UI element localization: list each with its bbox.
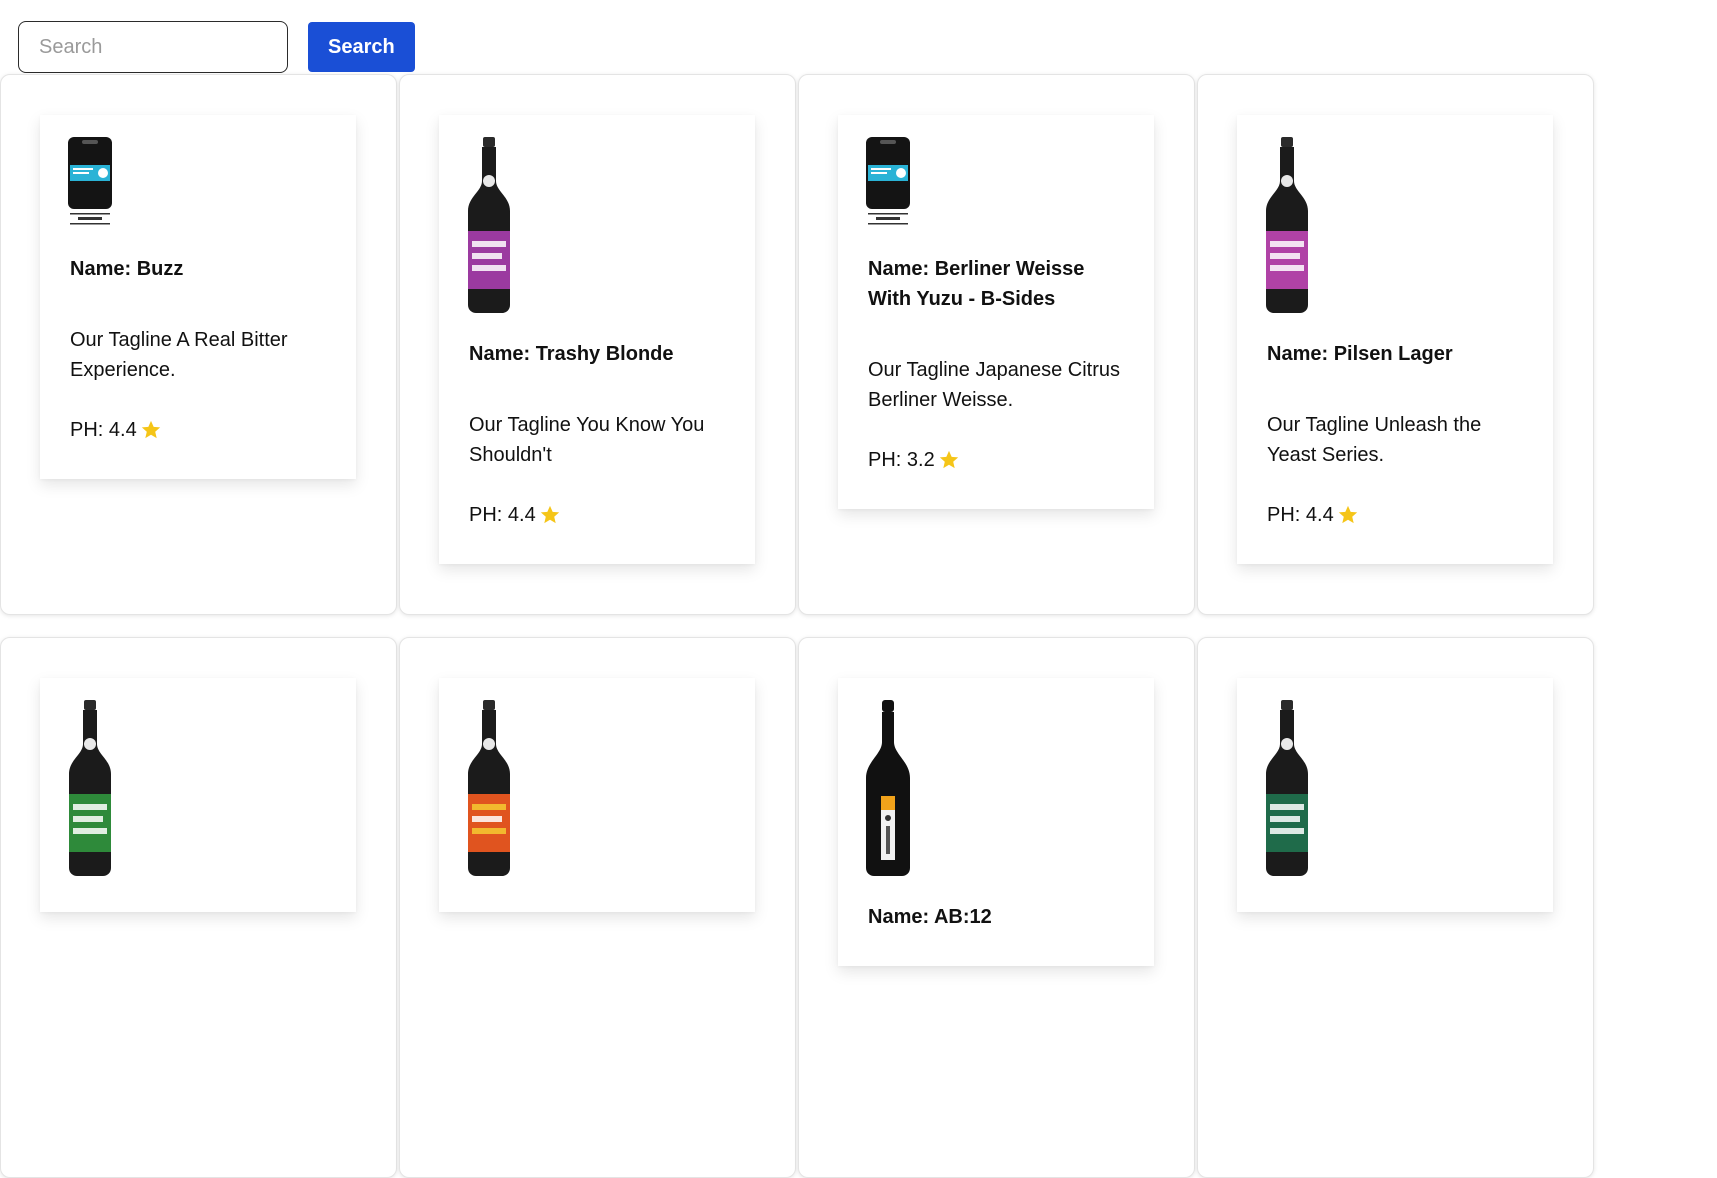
beer-ph: PH: 4.4 [469,500,725,530]
star-icon [939,450,958,469]
beer-card[interactable]: Name: Berliner Weisse With Yuzu - B-Side… [798,74,1195,615]
ph-value: PH: 4.4 [1267,504,1334,526]
beer-name: Name: Buzz [70,258,184,280]
beer-tagline: Our Tagline Unleash the Yeast Series. [1267,414,1482,466]
beer-ph: PH: 4.4 [1267,500,1523,530]
beer-tagline: Our Tagline You Know You Shouldn't [469,414,705,466]
beer-card-inner: Name: AB:12 [838,678,1154,966]
beer-ph: PH: 4.4 [70,415,326,445]
ph-value: PH: 4.4 [469,504,536,526]
beer-tagline: Our Tagline Japanese Citrus Berliner Wei… [868,359,1120,411]
beer-name: Name: Trashy Blonde [469,343,674,365]
search-bar: Search [18,21,415,73]
beer-card-inner: Name: Pilsen Lager Our Tagline Unleash t… [1237,115,1553,564]
beer-card[interactable]: Name: Pilsen Lager Our Tagline Unleash t… [1197,74,1594,615]
search-input[interactable] [18,21,288,73]
beer-card-inner [439,678,755,912]
bottle-icon [69,700,111,876]
beer-grid: Name: Buzz Our Tagline A Real Bitter Exp… [0,74,1596,1178]
star-icon [1338,505,1357,524]
bottle-icon [468,137,510,313]
search-button[interactable]: Search [308,22,415,72]
beer-card[interactable]: Name: Buzz Our Tagline A Real Bitter Exp… [0,74,397,615]
beer-name: Name: AB:12 [868,906,992,928]
star-icon [141,420,160,439]
beer-card[interactable] [399,637,796,1178]
beer-card-inner: Name: Berliner Weisse With Yuzu - B-Side… [838,115,1154,509]
keg-icon [68,137,112,225]
bottle-icon [1266,700,1308,876]
beer-card[interactable] [1197,637,1594,1178]
star-icon [540,505,559,524]
ph-value: PH: 4.4 [70,419,137,441]
beer-ph: PH: 3.2 [868,445,1124,475]
beer-card[interactable] [0,637,397,1178]
beer-card-inner [1237,678,1553,912]
beer-name: Name: Berliner Weisse With Yuzu - B-Side… [868,258,1085,310]
keg-icon [866,137,910,225]
beer-card-inner: Name: Buzz Our Tagline A Real Bitter Exp… [40,115,356,479]
ph-value: PH: 3.2 [868,449,935,471]
beer-tagline: Our Tagline A Real Bitter Experience. [70,329,288,381]
bottle-icon [1266,137,1308,313]
beer-name: Name: Pilsen Lager [1267,343,1453,365]
beer-card[interactable]: Name: Trashy Blonde Our Tagline You Know… [399,74,796,615]
champagne-bottle-icon [866,700,910,876]
bottle-icon [468,700,510,876]
beer-card-inner [40,678,356,912]
beer-card-inner: Name: Trashy Blonde Our Tagline You Know… [439,115,755,564]
beer-card[interactable]: Name: AB:12 [798,637,1195,1178]
